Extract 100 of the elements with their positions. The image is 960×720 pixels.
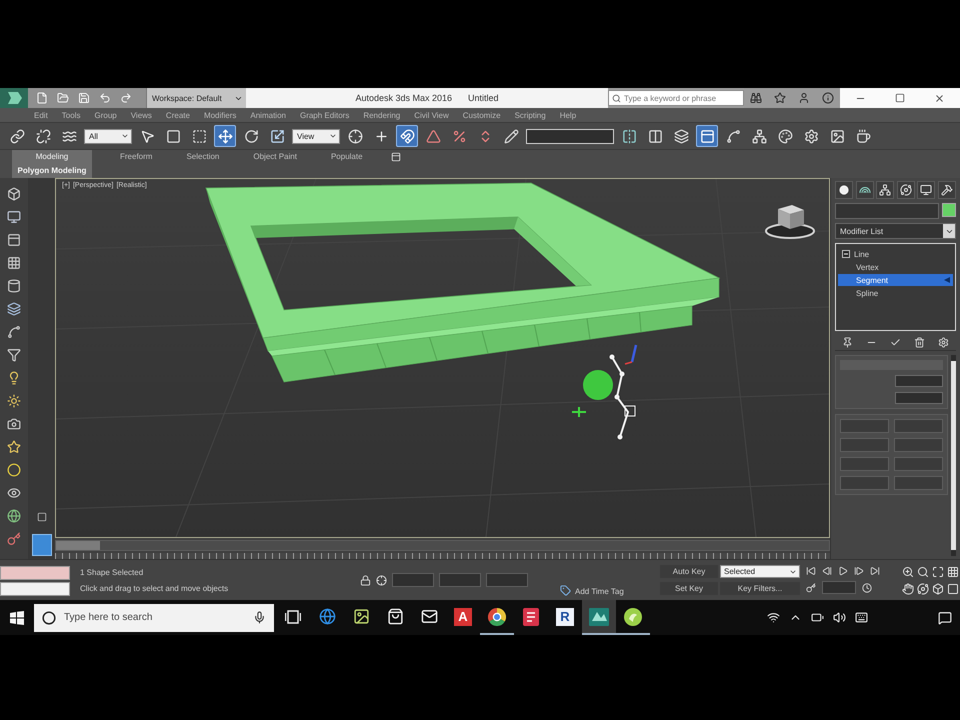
stack-item[interactable]: Spline [838,287,953,299]
step-forward-icon[interactable] [854,566,864,576]
clock-icon[interactable] [862,582,872,592]
coordinate-field[interactable] [392,573,434,587]
redo-icon[interactable] [120,92,132,104]
bulb-icon[interactable] [7,371,21,385]
taskbar-app[interactable] [582,600,616,635]
sun-icon[interactable] [7,394,21,408]
orbit-icon[interactable] [916,582,928,594]
time-slider-thumb[interactable] [56,541,100,550]
menu-item[interactable]: Views [130,110,152,120]
camera-icon[interactable] [7,417,21,431]
hierarchy-tab[interactable] [876,181,894,199]
set-key-button[interactable]: Set Key [660,582,718,595]
auto-key-button[interactable]: Auto Key [660,565,718,578]
stack-item[interactable]: Segment [838,274,953,286]
skip-back-icon[interactable] [806,566,816,576]
folder-icon[interactable] [57,92,69,104]
menu-item[interactable]: Graph Editors [300,110,350,120]
move-tool-button[interactable] [214,125,236,147]
color-swatch[interactable] [942,203,956,217]
modifier-list-dropdown[interactable]: Modifier List [835,223,956,239]
display-tab[interactable] [917,181,936,199]
spinner-field[interactable] [895,375,943,387]
motion-tab[interactable] [896,181,915,199]
search-input[interactable]: Type here to search [64,612,245,623]
grid-icon[interactable] [946,566,958,578]
maximize-icon[interactable] [894,93,905,103]
globe-icon[interactable] [7,509,21,523]
close-icon[interactable] [934,92,946,104]
ribbon-tab[interactable]: Modeling [12,150,92,163]
named-selection-field[interactable] [526,128,614,144]
step-back-icon[interactable] [822,566,832,576]
battery-icon[interactable] [811,611,824,624]
layers-icon[interactable] [7,302,21,316]
ribbon-tab[interactable]: Object Paint [247,150,303,163]
scrollbar[interactable] [951,355,956,556]
stack-item[interactable]: Vertex [838,261,953,273]
play-icon[interactable] [838,566,848,576]
speaker-icon[interactable] [833,611,846,624]
spinner-field[interactable] [895,392,943,404]
dropdown[interactable]: All [84,128,132,144]
panel-icon[interactable] [7,233,21,247]
key-mode-dropdown[interactable]: Selected [720,565,800,578]
coordinate-field[interactable] [439,573,481,587]
square-icon[interactable] [36,512,46,522]
toggle-button[interactable] [32,534,52,556]
cylinder-icon[interactable] [7,279,21,293]
cube-icon[interactable] [932,582,944,594]
circle-icon[interactable] [7,463,21,477]
lock-icon[interactable] [360,574,371,586]
menu-item[interactable]: Scripting [514,110,546,120]
taskbar-search-field[interactable]: Type here to search [34,604,274,632]
search-icon[interactable] [916,566,928,578]
workspace-dropdown[interactable]: Workspace: Default [146,88,246,108]
menu-item[interactable]: Civil View [414,110,449,120]
stack-item[interactable]: Line [838,248,953,260]
panel-tool-button[interactable] [696,125,718,147]
ribbon-tab[interactable]: Freeform [114,150,158,163]
ribbon-tab[interactable]: Populate [324,150,369,163]
hand-icon[interactable] [902,582,914,594]
info-icon[interactable] [822,92,834,104]
dropdown[interactable]: View [292,128,340,144]
monitor-icon[interactable] [7,210,21,224]
square-icon[interactable] [946,582,958,594]
modify-tab[interactable] [856,181,874,199]
star-icon[interactable] [774,92,786,104]
menu-item[interactable]: Edit [34,110,48,120]
grid-icon[interactable] [7,256,21,270]
object-name-field[interactable] [835,203,939,219]
time-slider[interactable] [55,540,830,551]
eye-icon[interactable] [7,486,21,500]
ribbon-tab[interactable]: Selection [180,150,226,163]
menu-item[interactable]: Animation [250,110,286,120]
menu-item[interactable]: Customize [462,110,501,120]
menu-item[interactable]: Tools [62,110,80,120]
trash-icon[interactable] [914,337,926,348]
save-icon[interactable] [78,92,90,104]
cube-icon[interactable] [7,187,21,201]
maximize-icon[interactable] [932,566,944,578]
key-icon[interactable] [806,582,816,592]
view-cube[interactable] [765,205,815,239]
tag-icon[interactable] [560,585,571,596]
pin-icon[interactable] [842,337,853,348]
taskbar-app[interactable]: A [446,600,480,635]
utilities-tab[interactable] [938,181,956,199]
key-icon[interactable] [7,532,21,546]
zoom-icon[interactable] [902,566,914,578]
search-input[interactable]: Type a keyword or phrase [624,94,740,102]
search-field[interactable]: Type a keyword or phrase [608,90,744,106]
key-filters-button[interactable]: Key Filters... [720,582,800,595]
undo-icon[interactable] [99,92,111,104]
menu-item[interactable]: Create [166,110,190,120]
crosshair-icon[interactable] [376,574,387,586]
coordinate-field[interactable] [486,573,528,587]
menu-item[interactable]: Help [560,110,576,120]
panel-icon[interactable] [390,152,401,162]
curve-icon[interactable] [7,325,21,339]
funnel-icon[interactable] [7,348,21,362]
tick-icon[interactable] [890,337,901,348]
